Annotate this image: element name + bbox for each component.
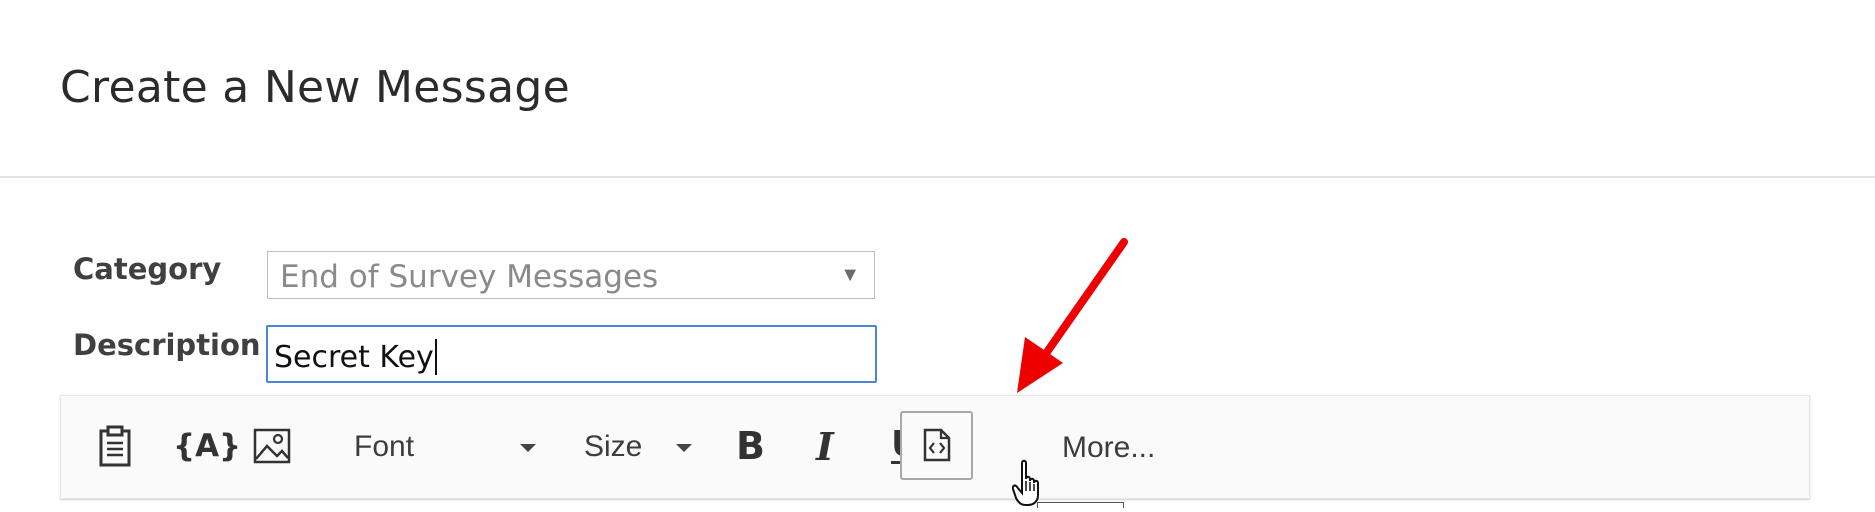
- hand-cursor-icon: [1011, 459, 1042, 512]
- annotation-arrow: [1017, 238, 1128, 393]
